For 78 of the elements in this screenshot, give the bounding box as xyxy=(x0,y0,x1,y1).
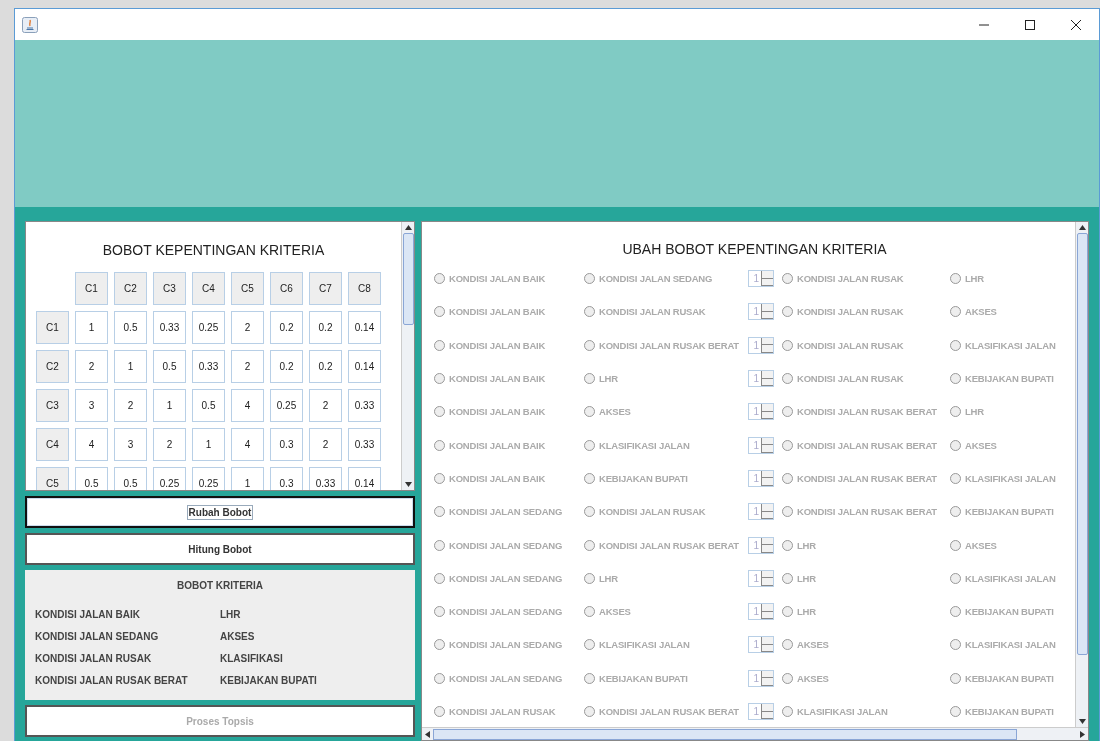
matrix-input[interactable]: 0.25 xyxy=(192,467,225,490)
matrix-input[interactable]: 2 xyxy=(231,311,264,344)
criteria-label: AKSES xyxy=(220,631,256,642)
matrix-input[interactable]: 0.3 xyxy=(270,467,303,490)
criteria-label: LHR xyxy=(220,609,242,620)
matrix-input[interactable]: 1 xyxy=(153,389,186,422)
matrix-input[interactable]: 2 xyxy=(309,428,342,461)
matrix-input[interactable]: 4 xyxy=(231,389,264,422)
scroll-up-icon[interactable] xyxy=(1078,225,1086,230)
scroll-right-icon[interactable] xyxy=(1080,730,1085,738)
criteria-label: KONDISI JALAN BAIK xyxy=(35,609,141,620)
matrix-input[interactable]: 2 xyxy=(309,389,342,422)
criteria-label: KEBIJAKAN BUPATI xyxy=(220,675,318,686)
criteria-label: KONDISI JALAN RUSAK xyxy=(35,653,153,664)
matrix-input[interactable]: 0.33 xyxy=(348,389,381,422)
criteria-label: KONDISI JALAN RUSAK BERAT xyxy=(35,675,189,686)
matrix-input[interactable]: 0.5 xyxy=(192,389,225,422)
maximize-icon[interactable] xyxy=(1024,18,1036,31)
matrix-input[interactable]: 0.5 xyxy=(153,350,186,383)
matrix-input[interactable]: 0.3 xyxy=(270,428,303,461)
column-header: C3 xyxy=(153,272,186,305)
matrix-input[interactable]: 3 xyxy=(114,428,147,461)
matrix-input[interactable]: 0.2 xyxy=(270,311,303,344)
matrix-input[interactable]: 0.14 xyxy=(348,311,381,344)
matrix-input[interactable]: 0.25 xyxy=(153,467,186,490)
matrix-input[interactable]: 0.5 xyxy=(114,467,147,490)
matrix-input[interactable]: 0.33 xyxy=(153,311,186,344)
matrix-input[interactable]: 0.2 xyxy=(309,311,342,344)
row-header: C3 xyxy=(36,389,69,422)
matrix-input[interactable]: 0.5 xyxy=(114,311,147,344)
scroll-down-icon[interactable] xyxy=(1078,719,1086,724)
matrix-input[interactable]: 1 xyxy=(114,350,147,383)
close-icon[interactable] xyxy=(1070,18,1082,31)
column-header: C1 xyxy=(75,272,108,305)
matrix-input[interactable]: 2 xyxy=(75,350,108,383)
vertical-scrollbar[interactable] xyxy=(401,222,414,490)
column-header: C6 xyxy=(270,272,303,305)
weights-title: BOBOT KRITERIA xyxy=(175,580,265,591)
horizontal-scrollbar[interactable] xyxy=(422,727,1088,740)
vertical-scrollbar[interactable] xyxy=(1075,222,1088,727)
matrix-input[interactable]: 1 xyxy=(192,428,225,461)
matrix-input[interactable]: 0.2 xyxy=(270,350,303,383)
scroll-left-icon[interactable] xyxy=(425,730,430,738)
matrix-input[interactable]: 0.25 xyxy=(192,311,225,344)
criteria-label: KONDISI JALAN SEDANG xyxy=(35,631,160,642)
action-button[interactable]: Rubah Bobot xyxy=(25,496,415,528)
matrix-input[interactable]: 0.14 xyxy=(348,467,381,490)
matrix-input[interactable]: 4 xyxy=(231,428,264,461)
action-button[interactable]: Hitung Bobot xyxy=(25,533,415,565)
matrix-input[interactable]: 1 xyxy=(231,467,264,490)
app-icon xyxy=(22,16,38,33)
matrix-title: BOBOT KEPENTINGAN KRITERIA xyxy=(101,242,326,258)
column-header: C5 xyxy=(231,272,264,305)
matrix-input[interactable]: 0.25 xyxy=(270,389,303,422)
matrix-input[interactable]: 4 xyxy=(75,428,108,461)
matrix-input[interactable]: 2 xyxy=(231,350,264,383)
matrix-input[interactable]: 3 xyxy=(75,389,108,422)
row-header: C2 xyxy=(36,350,69,383)
matrix-input[interactable]: 0.33 xyxy=(348,428,381,461)
matrix-input[interactable]: 1 xyxy=(75,311,108,344)
row-header: C4 xyxy=(36,428,69,461)
matrix-input[interactable]: 0.2 xyxy=(309,350,342,383)
scroll-down-icon[interactable] xyxy=(404,482,412,487)
column-header: C7 xyxy=(309,272,342,305)
matrix-input[interactable]: 2 xyxy=(153,428,186,461)
scroll-up-icon[interactable] xyxy=(404,225,412,230)
comparison-title: UBAH BOBOT KEPENTINGAN KRITERIA xyxy=(621,241,888,257)
matrix-input[interactable]: 0.5 xyxy=(75,467,108,490)
row-header: C1 xyxy=(36,311,69,344)
column-header: C8 xyxy=(348,272,381,305)
column-header: C2 xyxy=(114,272,147,305)
matrix-input[interactable]: 2 xyxy=(114,389,147,422)
column-header: C4 xyxy=(192,272,225,305)
row-header: C5 xyxy=(36,467,69,490)
matrix-input[interactable]: 0.14 xyxy=(348,350,381,383)
matrix-input[interactable]: 0.33 xyxy=(309,467,342,490)
matrix-input[interactable]: 0.33 xyxy=(192,350,225,383)
criteria-label: KLASIFIKASI xyxy=(220,653,284,664)
